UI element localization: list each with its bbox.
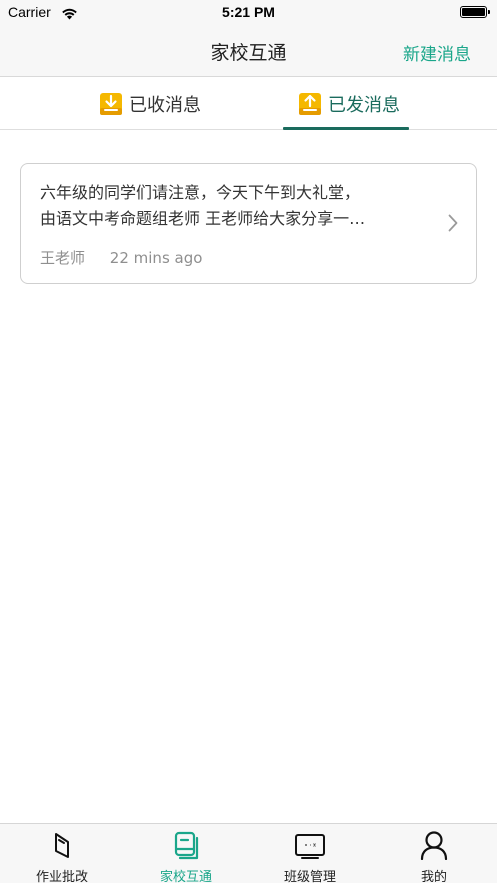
status-time: 5:21 PM [222,4,275,20]
tab-received-messages[interactable]: 已收消息 [80,78,220,130]
battery-icon [460,6,490,18]
message-meta: 王老师 22 mins ago [40,247,202,268]
tab-received-label: 已收消息 [129,95,201,116]
tab-class-management[interactable]: 班级管理 [248,824,372,883]
tab-profile-label: 我的 [420,870,447,883]
message-sender: 王老师 [40,249,86,267]
class-board-icon [295,830,325,860]
bottom-tab-bar: 作业批改 家校互通 班级管理 我的 [0,823,497,883]
profile-icon [419,830,449,861]
message-preview-line: 由语文中考命题组老师 王老师给大家分享一… [40,209,366,228]
message-preview: 六年级的同学们请注意，今天下午到大礼堂， 由语文中考命题组老师 王老师给大家分享… [40,180,440,232]
message-preview-line: 六年级的同学们请注意，今天下午到大礼堂， [40,183,361,202]
tab-home-school[interactable]: 家校互通 [124,824,248,883]
tab-sent-label: 已发消息 [328,95,400,116]
home-school-icon [171,830,201,860]
homework-icon [47,830,77,860]
message-segment-control: 已收消息 已发消息 [0,78,497,130]
tab-homework-label: 作业批改 [35,870,88,883]
chevron-right-icon [448,214,458,236]
tab-profile[interactable]: 我的 [372,824,496,883]
tab-home-school-label: 家校互通 [159,870,212,883]
inbox-download-icon [99,92,123,116]
outbox-upload-icon [298,92,322,116]
status-bar: Carrier 5:21 PM [0,0,497,26]
active-tab-indicator [283,127,409,130]
message-time: 22 mins ago [109,249,203,267]
new-message-button[interactable]: 新建消息 [403,40,471,65]
navigation-bar: 家校互通 新建消息 [0,26,497,77]
tab-class-management-label: 班级管理 [283,870,336,883]
tab-homework[interactable]: 作业批改 [0,824,124,883]
tab-sent-messages[interactable]: 已发消息 [279,78,419,130]
message-card[interactable]: 六年级的同学们请注意，今天下午到大礼堂， 由语文中考命题组老师 王老师给大家分享… [20,163,477,284]
